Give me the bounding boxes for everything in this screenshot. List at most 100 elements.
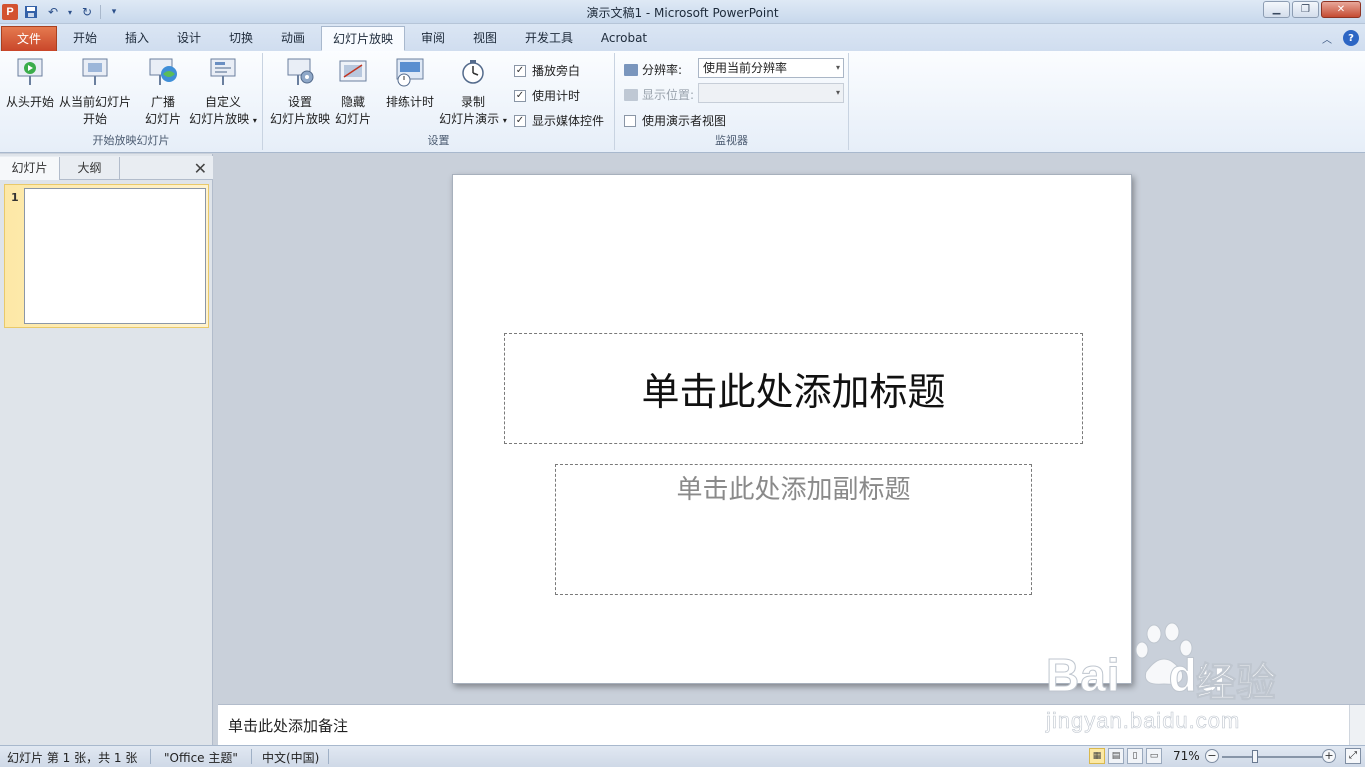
- title-placeholder-text: 单击此处添加标题: [641, 370, 946, 414]
- slide-thumbnail-selected[interactable]: 1: [4, 184, 209, 328]
- use-timings-label: 使用计时: [532, 89, 581, 103]
- tab-file[interactable]: 文件: [1, 26, 57, 51]
- show-on-row: 显示位置:: [624, 86, 694, 103]
- record-clock-icon: [462, 60, 484, 84]
- tab-slideshow[interactable]: 幻灯片放映: [321, 26, 405, 51]
- ribbon-tab-row: 文件 开始 插入 设计 切换 动画 幻灯片放映 审阅 视图 开发工具 Acrob…: [0, 24, 1365, 51]
- slide-sorter-view-icon[interactable]: ▤: [1108, 748, 1124, 764]
- status-separator: [150, 749, 151, 764]
- presenter-view-checkbox[interactable]: 使用演示者视图: [624, 112, 726, 129]
- tab-view[interactable]: 视图: [464, 26, 506, 51]
- use-timings-check[interactable]: ✓: [514, 89, 526, 102]
- record-label-1: 录制: [460, 95, 485, 109]
- presenter-view-label: 使用演示者视图: [642, 114, 727, 128]
- from-current-label-1: 从当前幻灯片: [58, 95, 131, 109]
- group-setup: 设置 幻灯片放映 隐藏 幻灯片 排练计时 录制 幻灯片演示 ▾ ✓ 播放旁白 ✓…: [263, 53, 615, 150]
- broadcast-label-2: 幻灯片: [144, 112, 181, 126]
- pane-tabs: 幻灯片 大纲 ✕: [0, 156, 213, 180]
- close-window-icon[interactable]: ✕: [1321, 1, 1361, 18]
- status-separator: [328, 749, 329, 764]
- custom-slideshow-icon: [210, 58, 236, 85]
- use-timings-checkbox[interactable]: ✓ 使用计时: [514, 87, 580, 104]
- rehearse-timings-button[interactable]: 排练计时: [383, 56, 437, 111]
- zoom-in-icon[interactable]: +: [1322, 749, 1336, 763]
- tab-slides-thumbnails[interactable]: 幻灯片: [0, 157, 60, 180]
- zoom-slider-track[interactable]: [1222, 756, 1322, 758]
- custom-slideshow-button[interactable]: 自定义 幻灯片放映 ▾: [186, 56, 260, 129]
- resolution-row: 分辨率:: [624, 61, 682, 78]
- tab-review[interactable]: 审阅: [412, 26, 454, 51]
- play-narrations-checkbox[interactable]: ✓ 播放旁白: [514, 62, 580, 79]
- view-buttons: ▦ ▤ ▯ ▭: [1089, 748, 1162, 764]
- record-label-2: 幻灯片演示 ▾: [439, 112, 507, 126]
- status-separator: [251, 749, 252, 764]
- custom-label-1: 自定义: [204, 95, 241, 109]
- resolution-label: 分辨率:: [642, 63, 683, 77]
- play-narrations-check[interactable]: ✓: [514, 64, 526, 77]
- setup-slideshow-button[interactable]: 设置 幻灯片放映: [269, 56, 331, 128]
- minimize-ribbon-icon[interactable]: ︿: [1319, 30, 1335, 46]
- ribbon: 从头开始 从当前幻灯片 开始 广播 幻灯片 自定义 幻灯片放映 ▾ 开始放映幻灯…: [0, 51, 1365, 153]
- slideshow-current-icon: [82, 58, 108, 85]
- subtitle-placeholder-text: 单击此处添加副标题: [676, 475, 911, 505]
- notes-pane[interactable]: 单击此处添加备注: [218, 704, 1365, 746]
- group-monitors: 分辨率: 使用当前分辨率 ▾ 显示位置: ▾ 使用演示者视图 监视器: [615, 53, 849, 150]
- broadcast-label-1: 广播: [150, 95, 175, 109]
- record-slideshow-button[interactable]: 录制 幻灯片演示 ▾: [437, 56, 509, 129]
- help-icon[interactable]: ?: [1343, 30, 1359, 46]
- presenter-view-check[interactable]: [624, 114, 636, 127]
- fit-to-window-icon[interactable]: ⤢: [1345, 748, 1361, 764]
- monitor-icon: [624, 63, 638, 76]
- tab-acrobat[interactable]: Acrobat: [594, 26, 654, 51]
- window-title: 演示文稿1 - Microsoft PowerPoint: [586, 6, 779, 20]
- minimize-icon[interactable]: ▁: [1263, 1, 1290, 18]
- zoom-level[interactable]: 71%: [1173, 749, 1200, 763]
- tab-developer[interactable]: 开发工具: [516, 26, 582, 51]
- show-on-dropdown: ▾: [698, 83, 844, 103]
- show-media-controls-checkbox[interactable]: ✓ 显示媒体控件: [514, 112, 604, 129]
- rehearse-timer-icon: [396, 58, 424, 87]
- record-dropdown-icon: ▾: [502, 116, 507, 125]
- close-pane-icon[interactable]: ✕: [194, 159, 207, 178]
- tab-insert[interactable]: 插入: [116, 26, 158, 51]
- tab-outline[interactable]: 大纲: [60, 157, 120, 180]
- tab-design[interactable]: 设计: [168, 26, 210, 51]
- tab-home[interactable]: 开始: [64, 26, 106, 51]
- slide-thumbnail[interactable]: [24, 188, 206, 324]
- tab-animations[interactable]: 动画: [272, 26, 314, 51]
- status-bar: 幻灯片 第 1 张，共 1 张 "Office 主题" 中文(中国) ▦ ▤ ▯…: [0, 745, 1365, 767]
- hide-slide-button[interactable]: 隐藏 幻灯片: [331, 56, 375, 128]
- play-narrations-label: 播放旁白: [532, 64, 581, 78]
- resolution-dropdown[interactable]: 使用当前分辨率 ▾: [698, 58, 844, 78]
- from-beginning-label: 从头开始: [5, 95, 54, 109]
- reading-view-icon[interactable]: ▯: [1127, 748, 1143, 764]
- resolution-value: 使用当前分辨率: [703, 61, 788, 75]
- rehearse-label: 排练计时: [385, 95, 434, 109]
- hide-label-2: 幻灯片: [334, 112, 371, 126]
- from-beginning-button[interactable]: 从头开始: [4, 56, 56, 111]
- language-status[interactable]: 中文(中国): [262, 749, 319, 766]
- slideshow-view-icon[interactable]: ▭: [1146, 748, 1162, 764]
- zoom-slider-thumb[interactable]: [1252, 750, 1258, 763]
- slide-canvas[interactable]: 单击此处添加标题 单击此处添加副标题: [452, 174, 1132, 684]
- group-start-slideshow: 从头开始 从当前幻灯片 开始 广播 幻灯片 自定义 幻灯片放映 ▾ 开始放映幻灯…: [0, 53, 263, 150]
- maximize-icon[interactable]: ❐: [1292, 1, 1319, 18]
- broadcast-button[interactable]: 广播 幻灯片: [140, 56, 186, 128]
- show-media-controls-check[interactable]: ✓: [514, 114, 526, 127]
- custom-dropdown-icon: ▾: [252, 116, 257, 125]
- setup-label-1: 设置: [287, 95, 312, 109]
- hide-slide-icon: [339, 60, 367, 82]
- slides-pane: 幻灯片 大纲 ✕ 1: [0, 154, 213, 745]
- show-on-chevron-down-icon: ▾: [835, 88, 840, 97]
- slideshow-play-icon: [17, 58, 43, 85]
- title-placeholder[interactable]: 单击此处添加标题: [504, 333, 1083, 444]
- tab-transitions[interactable]: 切换: [220, 26, 262, 51]
- normal-view-icon[interactable]: ▦: [1089, 748, 1105, 764]
- from-current-button[interactable]: 从当前幻灯片 开始: [58, 56, 132, 128]
- tabrow-right-controls: ︿ ?: [1319, 30, 1359, 46]
- subtitle-placeholder[interactable]: 单击此处添加副标题: [555, 464, 1032, 595]
- theme-status[interactable]: "Office 主题": [164, 749, 238, 766]
- zoom-out-icon[interactable]: −: [1205, 749, 1219, 763]
- notes-scrollbar[interactable]: [1349, 705, 1365, 746]
- slide-number: 1: [11, 191, 19, 204]
